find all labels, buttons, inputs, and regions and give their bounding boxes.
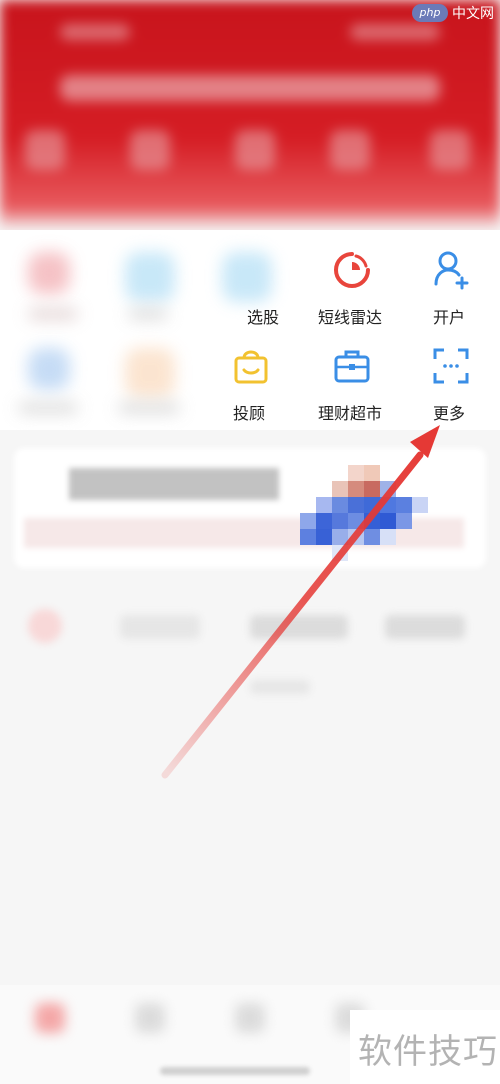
grid-item-label: 更多 [432,406,465,423]
watermark-logo: php [412,4,448,22]
grid-item-label: 投顾 [232,406,265,423]
corner-watermark-badge: 软件技巧 [350,1010,500,1084]
watermark-text: 中文网 [452,6,494,22]
blurred-icon[interactable] [125,348,175,398]
blurred-icon[interactable] [28,252,70,294]
grid-item-finance-market[interactable]: 理财超市 [305,346,395,426]
blurred-tab[interactable] [250,615,348,639]
pixelated-image [300,465,430,565]
blurred-tab[interactable] [120,615,200,639]
scan-frame-icon [433,348,469,384]
grid-item-open-account[interactable]: 开户 [404,250,494,330]
blurred-tab-bar [0,585,500,694]
blurred-tab[interactable] [385,615,465,639]
nav-blurred-icon[interactable] [235,1003,265,1033]
nav-blurred-icon[interactable] [135,1003,165,1033]
grid-item-short-radar[interactable]: 短线雷达 [305,250,395,330]
grid-item-label: 理财超市 [317,406,382,423]
grid-item-stock-pick[interactable]: 选股 [202,250,292,330]
blurred-icon[interactable] [125,252,175,302]
briefcase-icon [334,350,370,383]
app-header [0,0,500,230]
grid-item-more[interactable]: 更多 [404,346,494,426]
blurred-tab[interactable] [28,609,62,643]
add-user-icon [434,251,469,290]
function-grid: 选股 短线雷达 开户 投顾 理财超市 更多 [0,230,500,430]
badge-text: 软件技巧 [358,1032,498,1072]
shopping-bag-icon [234,350,268,384]
grid-item-label: 选股 [246,310,279,327]
watermark: php 中文网 [402,0,500,26]
nav-home-icon[interactable] [35,1003,65,1033]
grid-item-advisor[interactable]: 投顾 [204,346,294,426]
blurred-icon[interactable] [28,348,70,390]
grid-item-label: 短线雷达 [317,310,382,327]
radar-icon [334,252,370,288]
grid-item-label: 开户 [432,310,465,327]
